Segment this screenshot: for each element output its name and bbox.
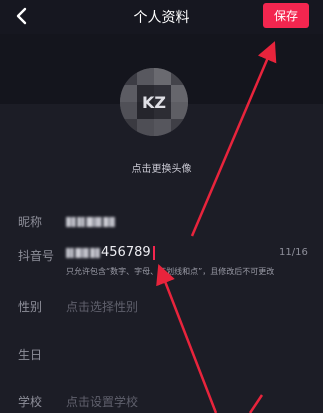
- gender-select[interactable]: 点击选择性别: [66, 298, 138, 315]
- avatar-overlay-text: KZ: [142, 93, 166, 112]
- change-avatar-hint[interactable]: 点击更换头像: [0, 160, 323, 175]
- douyin-id-input[interactable]: 456789: [66, 245, 155, 260]
- nickname-label: 昵称: [18, 215, 43, 229]
- birthday-label: 生日: [18, 348, 43, 362]
- save-button[interactable]: 保存: [263, 3, 309, 28]
- char-counter: 11/16: [279, 247, 308, 258]
- douyin-id-visible-digits: 456789: [101, 245, 151, 260]
- avatar[interactable]: KZ: [120, 68, 188, 136]
- school-select[interactable]: 点击设置学校: [66, 393, 138, 410]
- school-label: 学校: [18, 395, 43, 409]
- top-bar: 个人资料 保存: [0, 0, 323, 34]
- arrow-bottom-right: [248, 394, 264, 413]
- arrow-to-douyin-id: [156, 264, 218, 413]
- nickname-value-blurred[interactable]: [66, 214, 116, 228]
- gender-label: 性别: [18, 300, 43, 314]
- avatar-pixelated-image: KZ: [120, 68, 188, 136]
- birthday-select[interactable]: [66, 346, 266, 362]
- douyin-id-label: 抖音号: [18, 249, 55, 263]
- text-cursor: [152, 245, 155, 260]
- douyin-id-hint: 只允许包含“数字、字母、下划线和点”，且修改后不可更改: [66, 267, 275, 276]
